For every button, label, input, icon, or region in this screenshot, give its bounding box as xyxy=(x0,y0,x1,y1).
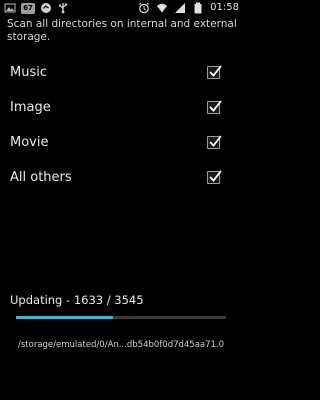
option-label-all-others: All others xyxy=(10,170,72,185)
option-row-all-others[interactable]: All others xyxy=(0,160,243,196)
checkmark-icon xyxy=(209,135,222,147)
usb-icon xyxy=(57,2,69,14)
movie-checkbox[interactable] xyxy=(207,135,222,149)
wifi-icon xyxy=(156,2,168,14)
music-checkbox[interactable] xyxy=(207,65,222,79)
status-bar: 67 01:58 xyxy=(0,0,243,18)
signal-icon xyxy=(174,2,186,14)
progress-label: Updating - 1633 / 3545 xyxy=(10,293,144,307)
status-bar-system: 01:58 xyxy=(138,2,239,14)
option-label-music: Music xyxy=(10,65,47,80)
option-row-image[interactable]: Image xyxy=(0,90,243,126)
current-path: /storage/emulated/0/An...db54b0f0d7d45aa… xyxy=(18,340,225,350)
option-label-image: Image xyxy=(10,100,51,115)
checkmark-icon xyxy=(209,65,222,77)
option-label-movie: Movie xyxy=(10,135,49,150)
notification-badge: 67 xyxy=(21,2,35,14)
scan-description: Scan all directories on internal and ext… xyxy=(7,18,237,43)
checkmark-icon xyxy=(209,170,222,182)
option-row-music[interactable]: Music xyxy=(0,55,243,91)
progress-bar-fill xyxy=(16,316,113,319)
image-icon xyxy=(4,2,16,14)
sync-icon xyxy=(40,2,52,14)
checkmark-icon xyxy=(209,100,222,112)
all-others-checkbox[interactable] xyxy=(207,170,222,184)
status-bar-notifications: 67 xyxy=(4,2,69,14)
progress-bar xyxy=(16,316,226,319)
alarm-icon xyxy=(138,2,150,14)
option-row-movie[interactable]: Movie xyxy=(0,125,243,161)
battery-icon xyxy=(192,2,204,14)
clock: 01:58 xyxy=(210,2,239,13)
image-checkbox[interactable] xyxy=(207,100,222,114)
